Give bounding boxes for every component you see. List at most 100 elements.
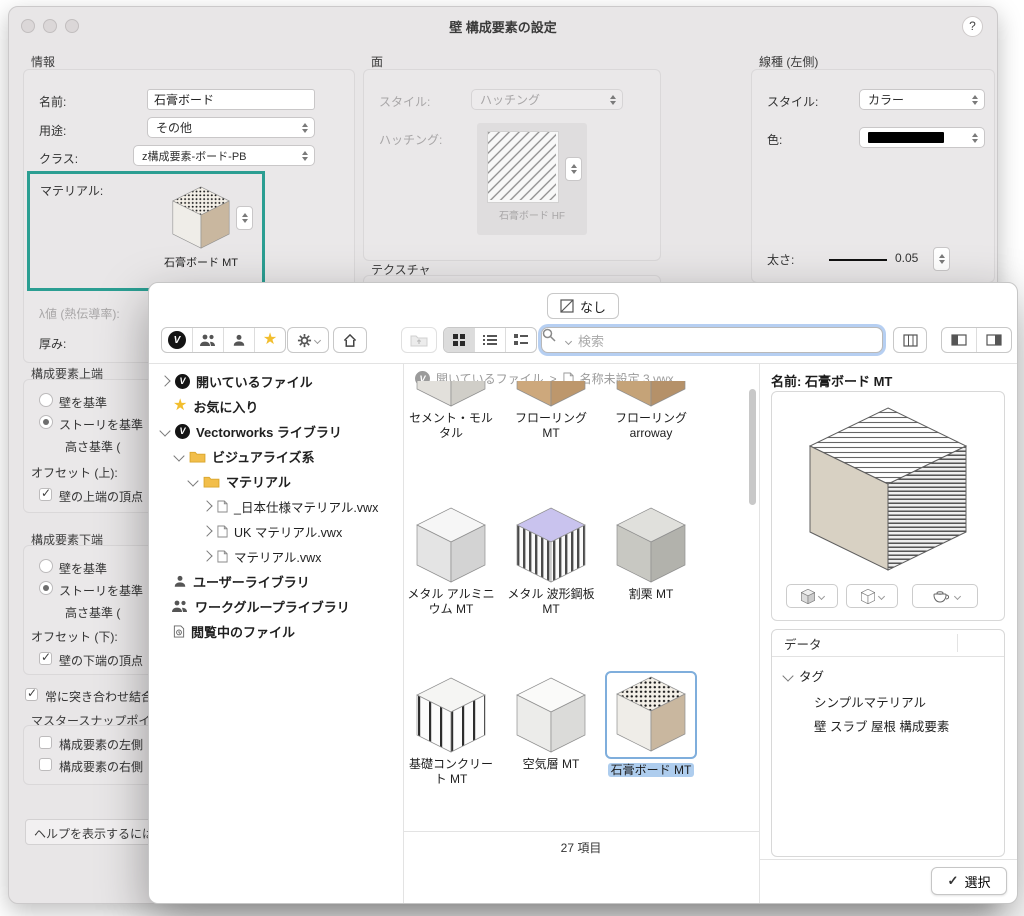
grid-scrollbar[interactable]	[749, 389, 756, 505]
sidebar-item-jp-materials-file[interactable]: _日本仕様マテリアル.vwx	[203, 496, 378, 516]
chevron-down-icon	[877, 592, 884, 599]
chevron-right-icon[interactable]	[201, 500, 212, 511]
chevron-down-icon	[817, 592, 824, 599]
hatch-swatch[interactable]	[487, 131, 559, 203]
material-cube-icon	[516, 507, 586, 583]
sidebar-item-user-library[interactable]: ユーザーライブラリ	[173, 571, 310, 591]
chevron-down-icon[interactable]	[782, 670, 793, 681]
story-basis-radio[interactable]	[39, 415, 53, 429]
tag-item[interactable]: 壁 スラブ 屋根 構成要素	[814, 716, 949, 735]
single-pane-button[interactable]	[942, 328, 977, 352]
dialog-title: 壁 構成要素の設定	[9, 17, 997, 36]
offset-bottom-label: オフセット (下):	[31, 628, 118, 645]
user-button[interactable]	[224, 328, 255, 352]
material-item-flooring-mt[interactable]: フローリング MT	[505, 381, 597, 441]
sidebar-item-materials-file[interactable]: マテリアル.vwx	[203, 546, 321, 566]
tag-item[interactable]: シンプルマテリアル	[814, 692, 926, 711]
material-item-cement-mortar[interactable]: セメント・モルタル	[405, 381, 497, 441]
sidebar-item-uk-materials-file[interactable]: UK マテリアル.vwx	[203, 521, 342, 541]
sidebar-item-vectorworks-library[interactable]: V Vectorworks ライブラリ	[161, 421, 342, 441]
align-bottom-checkbox[interactable]	[39, 652, 52, 665]
screen: 壁 構成要素の設定 ? 情報 名前: 用途: その他 クラス: z構成要素-ボー…	[0, 0, 1024, 916]
grid-footer-divider	[403, 831, 759, 832]
settings-menu-button[interactable]	[287, 327, 329, 353]
vectorworks-logo-icon: V	[168, 331, 186, 349]
sidebar-item-open-files[interactable]: V 開いているファイル	[161, 371, 313, 391]
material-item-metal-corrugated[interactable]: メタル 波形鋼板 MT	[505, 505, 597, 617]
dual-pane-button[interactable]	[977, 328, 1011, 352]
preview-render-mode-button[interactable]	[912, 584, 978, 608]
data-tab[interactable]: データ	[784, 634, 822, 653]
line-color-popup[interactable]	[859, 127, 985, 148]
people-icon	[171, 599, 189, 613]
sidebar-item-material-folder[interactable]: マテリアル	[189, 471, 291, 491]
material-item-rubble[interactable]: 割栗 MT	[605, 505, 697, 602]
chevron-down-icon[interactable]	[187, 475, 198, 486]
class-label: クラス:	[39, 150, 78, 167]
sidebar-item-visualize[interactable]: ビジュアライズ系	[175, 446, 314, 466]
linetype-style-popup[interactable]: カラー	[859, 89, 985, 110]
search-field-wrap	[541, 327, 883, 353]
preview-geometry-button[interactable]	[786, 584, 838, 608]
search-scope-chevron-icon[interactable]	[565, 338, 572, 345]
story-basis-label: ストーリを基準	[59, 416, 143, 433]
sidebar-item-favorites[interactable]: ★ お気に入り	[173, 396, 258, 416]
material-item-air-layer[interactable]: 空気層 MT	[505, 675, 597, 772]
grid-view-button[interactable]	[444, 328, 475, 352]
sidebar-label: ユーザーライブラリ	[193, 572, 310, 591]
surface-style-popup[interactable]: ハッチング	[471, 89, 623, 110]
popup-stepper-icon	[606, 95, 619, 105]
search-input[interactable]	[576, 329, 870, 353]
chevron-right-icon[interactable]	[159, 375, 170, 386]
chevron-down-icon[interactable]	[159, 425, 170, 436]
material-item-gypsum-board[interactable]: 石膏ボード MT	[605, 671, 697, 778]
wall-basis-radio-bottom[interactable]	[39, 559, 53, 573]
library-scope-segment: V ★	[161, 327, 286, 353]
material-stepper[interactable]	[236, 206, 253, 230]
chevron-right-icon[interactable]	[201, 550, 212, 561]
align-top-checkbox[interactable]	[39, 488, 52, 501]
folder-up-button[interactable]	[401, 327, 437, 353]
select-button[interactable]: 選択	[931, 867, 1007, 895]
tag-group-row[interactable]: タグ	[784, 666, 824, 685]
favorites-button[interactable]: ★	[255, 328, 285, 352]
detail-name-row: 名前: 石膏ボード MT	[771, 371, 892, 390]
material-label: 石膏ボード MT	[608, 763, 695, 777]
material-item-metal-aluminum[interactable]: メタル アルミニウム MT	[405, 505, 497, 617]
surface-style-label: スタイル:	[379, 93, 430, 110]
file-icon	[217, 525, 228, 538]
chevron-right-icon[interactable]	[201, 525, 212, 536]
material-thumbnail-cube[interactable]	[172, 186, 230, 249]
story-basis-radio-bottom[interactable]	[39, 581, 53, 595]
component-left-checkbox[interactable]	[39, 736, 52, 749]
workgroup-button[interactable]	[193, 328, 224, 352]
none-button[interactable]: なし	[547, 293, 619, 319]
view-mode-segment	[443, 327, 537, 353]
sidebar-item-workgroup-library[interactable]: ワークグループライブラリ	[171, 596, 350, 616]
detail-view-button[interactable]	[506, 328, 536, 352]
wall-basis-radio[interactable]	[39, 393, 53, 407]
material-item-flooring-arroway[interactable]: フローリング arroway	[605, 381, 697, 441]
component-right-checkbox[interactable]	[39, 758, 52, 771]
home-button[interactable]	[333, 327, 367, 353]
chevron-down-icon[interactable]	[173, 450, 184, 461]
material-item-foundation-concrete[interactable]: 基礎コンクリート MT	[405, 675, 497, 787]
sidebar-item-browsing-files[interactable]: 閲覧中のファイル	[173, 621, 295, 641]
list-view-button[interactable]	[475, 328, 506, 352]
component-left-label: 構成要素の左側	[59, 736, 143, 753]
hatch-stepper[interactable]	[565, 157, 582, 181]
line-weight-stepper[interactable]	[933, 247, 950, 271]
class-popup[interactable]: z構成要素-ボード-PB	[133, 145, 315, 166]
toolbar-divider	[149, 363, 1017, 364]
sidebar-label: 開いているファイル	[196, 372, 313, 391]
name-field[interactable]	[147, 89, 315, 110]
vectorworks-logo-button[interactable]: V	[162, 328, 193, 352]
help-button[interactable]: ?	[962, 16, 983, 37]
material-label: メタル アルミニウム MT	[407, 587, 494, 616]
line-color-label: 色:	[767, 131, 782, 148]
preview-object-button[interactable]	[846, 584, 898, 608]
preview-columns-button[interactable]	[893, 327, 927, 353]
use-popup[interactable]: その他	[147, 117, 315, 138]
butt-join-checkbox[interactable]	[25, 688, 38, 701]
sidebar-label: ワークグループライブラリ	[195, 597, 350, 616]
